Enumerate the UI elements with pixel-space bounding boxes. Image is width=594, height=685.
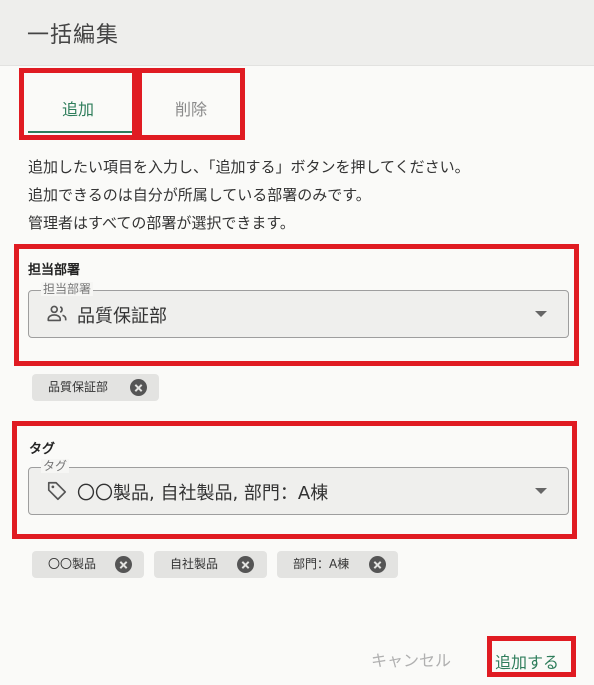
tag-heading: タグ: [29, 442, 56, 457]
tab-add-label: 追加: [61, 100, 94, 119]
tag-section: タグ タグ 〇〇製品, 自社製品, 部門：A棟: [12, 421, 577, 539]
remove-chip-icon[interactable]: [130, 379, 147, 396]
chip-label: 品質保証部: [48, 380, 109, 394]
tab-delete-label: 削除: [174, 100, 207, 119]
chip-label: 自社製品: [170, 557, 219, 571]
department-section: 担当部署 担当部署 品質保証部: [14, 244, 579, 366]
add-button-label: 追加する: [495, 653, 560, 672]
remove-chip-icon[interactable]: [237, 556, 254, 573]
instruction-line: 追加できるのは自分が所属している部署のみです。: [28, 186, 371, 204]
instructions: 追加したい項目を入力し、「追加する」ボタンを押してください。 追加できるのは自分…: [28, 153, 470, 237]
remove-chip-icon[interactable]: [369, 556, 386, 573]
cancel-button[interactable]: キャンセル: [371, 647, 451, 671]
department-value: 品質保証部: [77, 306, 167, 327]
chevron-down-icon[interactable]: [535, 311, 547, 317]
tag-chip: 自社製品: [154, 551, 267, 578]
tag-chip: 部門：A棟: [277, 551, 398, 578]
chip-label: 〇〇製品: [48, 557, 97, 571]
instruction-line: 追加したい項目を入力し、「追加する」ボタンを押してください。: [28, 158, 470, 176]
remove-chip-icon[interactable]: [115, 556, 132, 573]
department-select[interactable]: 担当部署 品質保証部: [28, 282, 569, 338]
tag-select[interactable]: タグ 〇〇製品, 自社製品, 部門：A棟: [28, 459, 569, 515]
people-icon: [47, 305, 67, 322]
chip-label: 部門：A棟: [293, 557, 350, 571]
chevron-down-icon[interactable]: [535, 488, 547, 494]
tag-value: 〇〇製品, 自社製品, 部門：A棟: [77, 483, 329, 504]
instruction-line: 管理者はすべての部署が選択できます。: [28, 214, 295, 232]
department-heading: 担当部署: [28, 263, 81, 278]
tag-icon: [47, 481, 67, 501]
tab-delete[interactable]: 削除: [137, 68, 245, 140]
add-button[interactable]: 追加する: [487, 636, 576, 677]
tag-field-label: タグ: [41, 459, 70, 473]
department-field-label: 担当部署: [41, 282, 94, 296]
tag-chip: 〇〇製品: [32, 551, 144, 578]
dialog-title: 一括編集: [27, 23, 120, 48]
dialog-header: 一括編集: [0, 0, 594, 66]
department-chip: 品質保証部: [32, 374, 159, 401]
active-tab-indicator: [28, 131, 132, 133]
tab-add[interactable]: 追加: [19, 68, 137, 140]
